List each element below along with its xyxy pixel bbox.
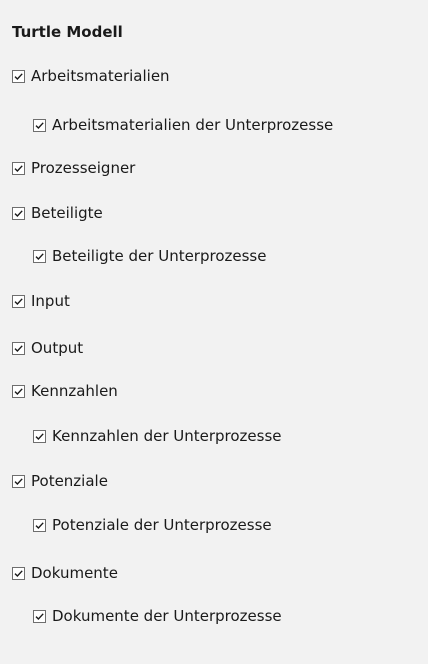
checkbox-checked-icon[interactable]	[33, 429, 46, 443]
checkbox-item[interactable]: Input	[12, 290, 70, 312]
checkbox-checked-icon[interactable]	[12, 69, 25, 83]
checkbox-checked-icon[interactable]	[12, 341, 25, 355]
panel-title: Turtle Modell	[12, 23, 123, 41]
checkbox-item[interactable]: Potenziale der Unterprozesse	[33, 514, 272, 536]
checkbox-label: Dokumente der Unterprozesse	[52, 607, 282, 625]
checkbox-checked-icon[interactable]	[33, 609, 46, 623]
checkbox-label: Kennzahlen der Unterprozesse	[52, 427, 282, 445]
checkbox-checked-icon[interactable]	[33, 518, 46, 532]
checkbox-label: Beteiligte der Unterprozesse	[52, 247, 267, 265]
checkbox-checked-icon[interactable]	[12, 384, 25, 398]
checkbox-label: Arbeitsmaterialien	[31, 67, 170, 85]
checkbox-item[interactable]: Output	[12, 337, 83, 359]
checkbox-checked-icon[interactable]	[33, 249, 46, 263]
checkbox-checked-icon[interactable]	[12, 206, 25, 220]
checkbox-item[interactable]: Kennzahlen der Unterprozesse	[33, 425, 282, 447]
checkbox-checked-icon[interactable]	[33, 118, 46, 132]
checkbox-item[interactable]: Beteiligte	[12, 202, 103, 224]
checkbox-checked-icon[interactable]	[12, 474, 25, 488]
checkbox-item[interactable]: Beteiligte der Unterprozesse	[33, 245, 266, 267]
checkbox-checked-icon[interactable]	[12, 566, 25, 580]
checkbox-label: Dokumente	[31, 564, 118, 582]
checkbox-label: Input	[31, 292, 70, 310]
checkbox-item[interactable]: Prozesseigner	[12, 157, 135, 179]
checkbox-label: Potenziale	[31, 472, 108, 490]
checkbox-item[interactable]: Dokumente der Unterprozesse	[33, 605, 282, 627]
checkbox-item[interactable]: Arbeitsmaterialien	[12, 65, 170, 87]
checkbox-item[interactable]: Arbeitsmaterialien der Unterprozesse	[33, 114, 333, 136]
checkbox-label: Potenziale der Unterprozesse	[52, 516, 272, 534]
checkbox-item[interactable]: Kennzahlen	[12, 380, 118, 402]
checkbox-item[interactable]: Dokumente	[12, 562, 118, 584]
checkbox-label: Kennzahlen	[31, 382, 118, 400]
checkbox-label: Arbeitsmaterialien der Unterprozesse	[52, 116, 334, 134]
checkbox-label: Beteiligte	[31, 204, 103, 222]
checkbox-item[interactable]: Potenziale	[12, 470, 108, 492]
checkbox-checked-icon[interactable]	[12, 294, 25, 308]
checkbox-label: Prozesseigner	[31, 159, 136, 177]
checkbox-label: Output	[31, 339, 84, 357]
checkbox-checked-icon[interactable]	[12, 161, 25, 175]
turtle-model-panel: Turtle Modell Arbeitsmaterialien Arbeitsm…	[0, 0, 428, 664]
